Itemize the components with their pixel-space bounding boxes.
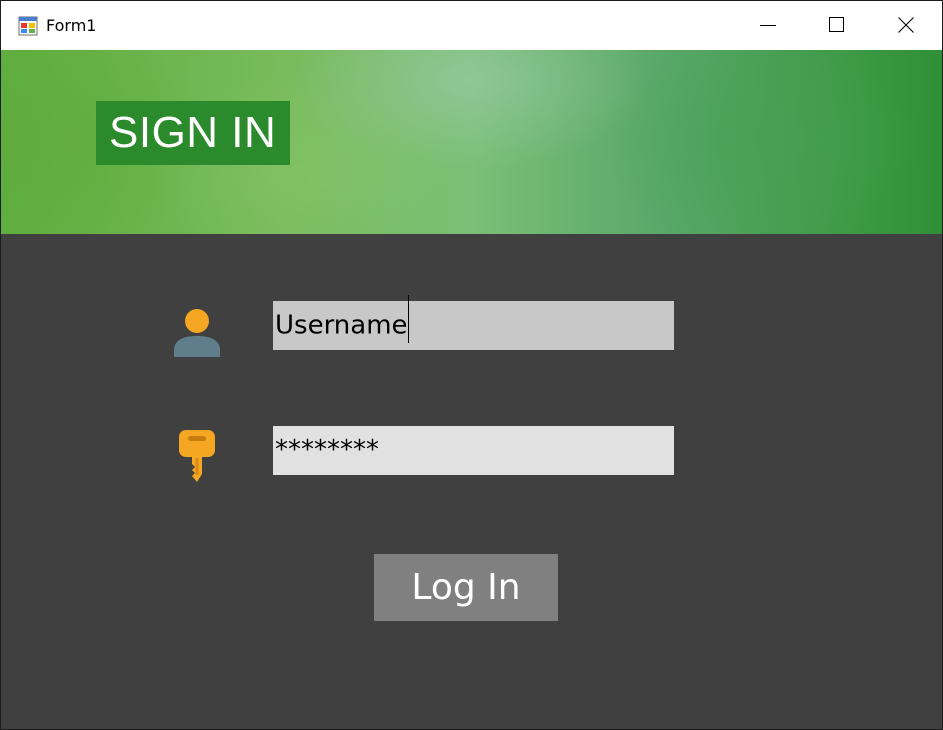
title-bar[interactable]: Form1 (1, 1, 942, 50)
maximize-button[interactable] (803, 1, 871, 50)
header-banner: SIGN IN (1, 50, 942, 234)
maximize-icon (829, 17, 844, 32)
username-value: Username (275, 310, 408, 341)
log-in-button[interactable]: Log In (374, 554, 558, 621)
user-icon (174, 309, 220, 357)
password-value: ******** (275, 435, 379, 465)
login-panel: Username ******** Log In (1, 234, 942, 729)
text-caret (407, 295, 409, 343)
username-text-wrap: Username (275, 295, 409, 343)
sign-in-heading: SIGN IN (96, 101, 291, 165)
password-input[interactable]: ******** (273, 426, 674, 475)
minimize-icon (760, 25, 776, 26)
login-window: Form1 SIGN IN Username ******** Log In (0, 0, 943, 730)
close-button[interactable] (872, 1, 940, 50)
username-input[interactable]: Username (273, 295, 674, 350)
window-title: Form1 (46, 16, 97, 35)
key-icon (179, 430, 215, 482)
close-icon (898, 17, 914, 33)
minimize-button[interactable] (734, 1, 802, 50)
windows-form-icon (18, 16, 38, 36)
